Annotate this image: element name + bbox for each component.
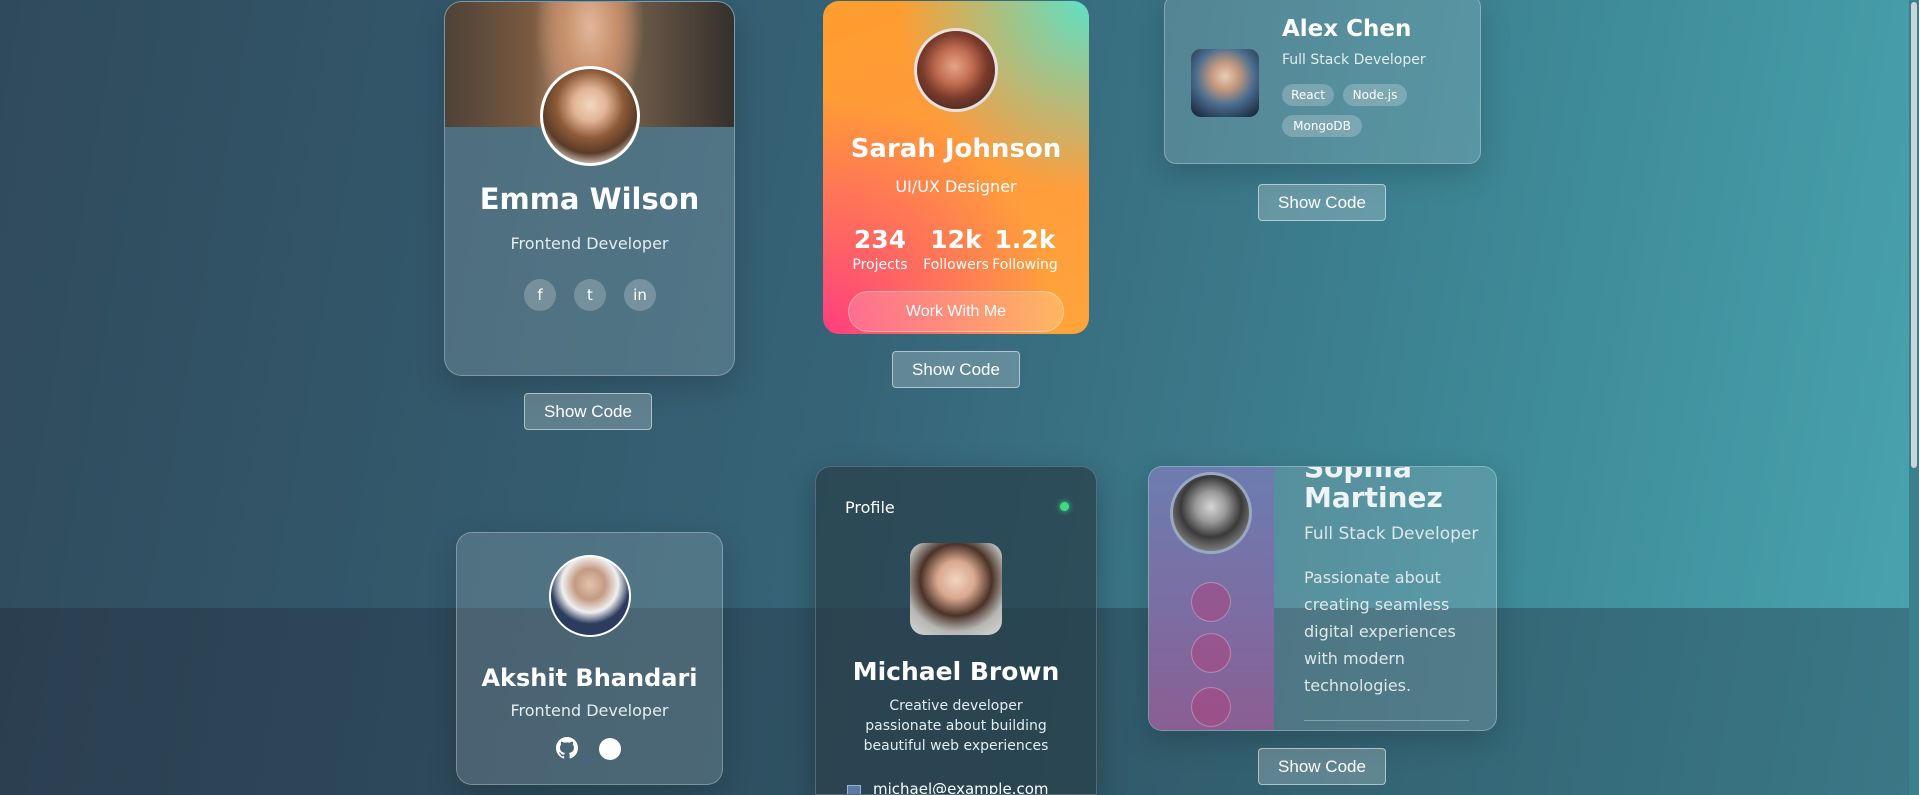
profile-bio: Creative developer passionate about buil… (863, 698, 1049, 754)
avatar (910, 543, 1002, 635)
profile-card-alex: Alex Chen Full Stack Developer React Nod… (1164, 0, 1481, 164)
profile-card-emma: Emma Wilson Frontend Developer f t in (444, 1, 735, 376)
contact-email[interactable]: michael@example.com (873, 780, 1049, 794)
stat-followers-value: 12k (930, 225, 982, 254)
stat-projects-value: 234 (853, 225, 907, 254)
online-status-dot (1060, 502, 1069, 511)
social-circle[interactable] (1191, 582, 1231, 622)
avatar (1170, 472, 1252, 554)
show-code-button-emma[interactable]: Show Code (524, 393, 652, 430)
scrollbar-thumb[interactable] (1911, 2, 1917, 468)
profile-name: Michael Brown (852, 657, 1060, 686)
profile-name: Sarah Johnson (850, 134, 1062, 164)
email-icon (847, 785, 861, 794)
show-code-button-alex[interactable]: Show Code (1258, 184, 1386, 221)
link-underline (583, 759, 589, 760)
card-header: Profile (845, 498, 895, 517)
skill-tag: React (1282, 84, 1334, 106)
circle-icon[interactable] (599, 738, 621, 760)
stat-followers-label: Followers (923, 257, 989, 273)
profile-card-akshit: Akshit Bhandari Frontend Developer (456, 532, 723, 785)
stat-following-label: Following (992, 257, 1058, 273)
facebook-icon[interactable]: f (524, 279, 556, 311)
avatar (549, 555, 631, 637)
profile-role: Frontend Developer (510, 234, 669, 253)
work-with-me-button[interactable]: Work With Me (848, 291, 1064, 332)
profile-bio: Passionate about creating seamless digit… (1304, 568, 1456, 695)
github-icon[interactable] (555, 736, 579, 760)
profile-role: UI/UX Designer (895, 177, 1017, 196)
show-code-button-sophia[interactable]: Show Code (1258, 748, 1386, 785)
avatar (914, 28, 998, 112)
linkedin-icon[interactable]: in (624, 279, 656, 311)
profile-name: Emma Wilson (479, 182, 700, 216)
social-circle[interactable] (1191, 687, 1231, 727)
avatar (1191, 49, 1259, 117)
profile-name-last: Martinez (1304, 481, 1443, 514)
profile-card-sarah: Sarah Johnson UI/UX Designer 234 Project… (823, 1, 1089, 334)
profile-name: Akshit Bhandari (481, 664, 698, 692)
stat-projects-label: Projects (852, 257, 908, 273)
profile-role: Full Stack Developer (1304, 524, 1479, 544)
skill-tag: MongoDB (1282, 115, 1362, 137)
profile-card-michael: Profile Michael Brown Creative developer… (815, 466, 1097, 795)
vertical-scrollbar[interactable] (1909, 0, 1919, 795)
profile-name: Alex Chen (1282, 16, 1412, 42)
show-code-button-sarah[interactable]: Show Code (892, 351, 1020, 388)
profile-role: Frontend Developer (510, 701, 669, 720)
skill-tag: Node.js (1343, 84, 1407, 106)
social-circle[interactable] (1191, 633, 1231, 673)
twitter-icon[interactable]: t (574, 279, 606, 311)
profile-card-sophia: Sophia Martinez Full Stack Developer Pas… (1148, 466, 1497, 731)
avatar (540, 66, 640, 166)
divider (1304, 720, 1469, 721)
stat-following-value: 1.2k (994, 225, 1056, 254)
profile-role: Full Stack Developer (1282, 52, 1426, 68)
